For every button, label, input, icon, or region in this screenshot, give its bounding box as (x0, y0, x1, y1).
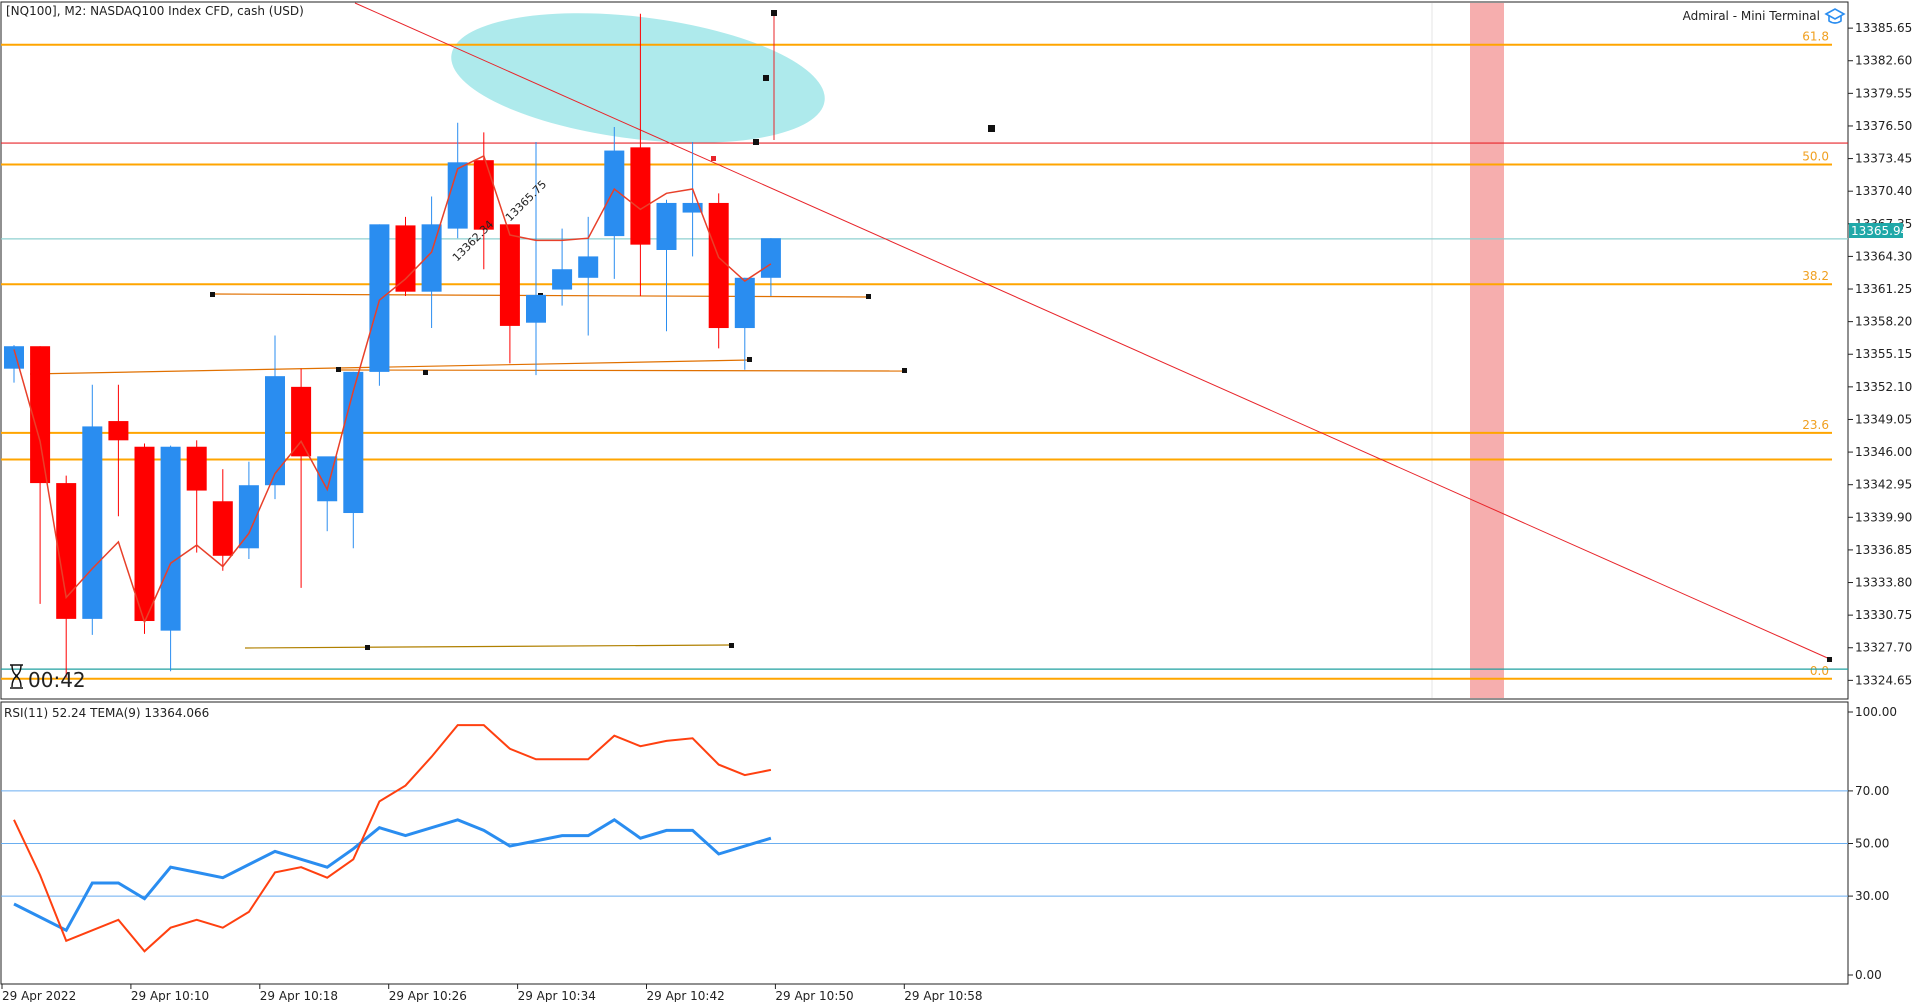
candle-body (578, 256, 599, 278)
candle-body (552, 269, 573, 290)
indicator-label: RSI(11) 52.24 TEMA(9) 13364.066 (4, 706, 209, 720)
anchor-point[interactable] (729, 643, 734, 648)
price-tick-label: 13352.10 (1855, 380, 1912, 394)
price-tick-label: 13342.95 (1855, 478, 1912, 492)
candle[interactable] (708, 193, 729, 349)
price-tick-label: 13373.45 (1855, 152, 1912, 166)
price-tick-label: 13324.65 (1855, 673, 1912, 687)
session-band (1470, 3, 1504, 698)
price-tick-label: 13330.75 (1855, 608, 1912, 622)
price-tick-label: 13379.55 (1855, 86, 1912, 100)
fib-level-label: 38.2 (1802, 269, 1829, 283)
time-tick-label: 29 Apr 10:18 (260, 989, 338, 1002)
time-tick-label: 29 Apr 10:10 (131, 989, 209, 1002)
anchor-point[interactable] (1827, 657, 1832, 662)
candle-body (630, 147, 651, 245)
price-tick-label: 13336.85 (1855, 543, 1912, 557)
candle-body (291, 386, 312, 457)
candle-body (499, 224, 520, 326)
candle-body (186, 446, 207, 491)
candle-body (82, 426, 103, 619)
countdown-timer: 00:42 (28, 668, 86, 692)
anchor-point[interactable] (771, 10, 777, 16)
current-price-label: 13365.94 (1851, 224, 1908, 238)
candle-body (134, 446, 155, 622)
terminal-name[interactable]: Admiral - Mini Terminal (1683, 9, 1820, 23)
candle-body (369, 224, 390, 372)
price-tick-label: 13364.30 (1855, 249, 1912, 263)
candle-body (656, 202, 677, 250)
price-tick-label: 13355.15 (1855, 347, 1912, 361)
candle-body (734, 277, 755, 329)
candle-body (526, 294, 546, 323)
price-pane[interactable]: 61.850.038.223.60.0 13362.34 13365.75 13… (0, 0, 1912, 700)
candle[interactable] (369, 224, 390, 386)
rsi-tick-label: 50.00 (1855, 837, 1889, 851)
anchor-point[interactable] (365, 645, 370, 650)
price-tick-label: 13349.05 (1855, 412, 1912, 426)
rsi-tema-pane[interactable]: RSI(11) 52.24 TEMA(9) 13364.066 100.00 70… (0, 701, 1897, 985)
time-tick-label: 29 Apr 10:58 (904, 989, 982, 1002)
price-tick-label: 13358.20 (1855, 315, 1912, 329)
price-tick-label: 13346.00 (1855, 445, 1912, 459)
candle-body (395, 225, 416, 292)
candle-body (108, 421, 129, 441)
candle-body (604, 150, 625, 237)
rsi-tick-label: 70.00 (1855, 784, 1889, 798)
time-tick-label: 29 Apr 10:34 (518, 989, 596, 1002)
fib-level-label: 50.0 (1802, 149, 1829, 163)
candle-body (473, 160, 494, 230)
anchor-point[interactable] (210, 292, 215, 297)
price-tick-label: 13385.65 (1855, 21, 1912, 35)
time-axis: 29 Apr 2022 29 Apr 10:10 29 Apr 10:18 29 Ap… (1, 984, 983, 1002)
rsi-tick-label: 0.00 (1855, 968, 1882, 982)
anchor-point[interactable] (988, 125, 995, 132)
time-tick-label: 29 Apr 2022 (2, 989, 76, 1002)
price-pane-frame (0, 1, 1849, 700)
anchor-point[interactable] (763, 75, 769, 81)
price-tick-label: 13339.90 (1855, 510, 1912, 524)
candle-body (160, 446, 181, 631)
anchor-point[interactable] (711, 156, 716, 161)
fib-level-label: 0.0 (1810, 664, 1829, 678)
time-tick-label: 29 Apr 10:26 (389, 989, 467, 1002)
anchor-point[interactable] (336, 367, 341, 372)
rsi-tick-label: 30.00 (1855, 889, 1889, 903)
price-tick-label: 13333.80 (1855, 576, 1912, 590)
anchor-point[interactable] (902, 368, 907, 373)
price-tick-label: 13376.50 (1855, 119, 1912, 133)
anchor-point[interactable] (753, 139, 759, 145)
candle-body (447, 162, 468, 229)
candle-body (760, 238, 781, 278)
fib-level-label: 23.6 (1802, 418, 1829, 432)
time-tick-label: 29 Apr 10:42 (647, 989, 725, 1002)
price-tick-label: 13382.60 (1855, 54, 1912, 68)
chart-canvas[interactable]: 61.850.038.223.60.0 13362.34 13365.75 13… (0, 0, 1912, 1002)
rsi-axis: 100.00 70.00 50.00 30.00 0.00 (1848, 705, 1897, 982)
time-tick-label: 29 Apr 10:50 (775, 989, 853, 1002)
price-axis: 13385.65 13382.60 13379.55 13376.50 13373.45… (1848, 21, 1912, 687)
candle-body (265, 376, 285, 486)
chart-title: [NQ100], M2: NASDAQ100 Index CFD, cash (… (6, 4, 304, 18)
price-tick-label: 13327.70 (1855, 641, 1912, 655)
price-tick-label: 13361.25 (1855, 282, 1912, 296)
anchor-point[interactable] (747, 357, 752, 362)
price-tick-label: 13370.40 (1855, 184, 1912, 198)
candle-body (421, 224, 442, 292)
anchor-point[interactable] (866, 294, 871, 299)
fib-level-label: 61.8 (1802, 30, 1829, 44)
rsi-tick-label: 100.00 (1855, 705, 1897, 719)
candle-body (212, 501, 233, 556)
candle-body (708, 202, 729, 329)
anchor-point[interactable] (423, 370, 428, 375)
